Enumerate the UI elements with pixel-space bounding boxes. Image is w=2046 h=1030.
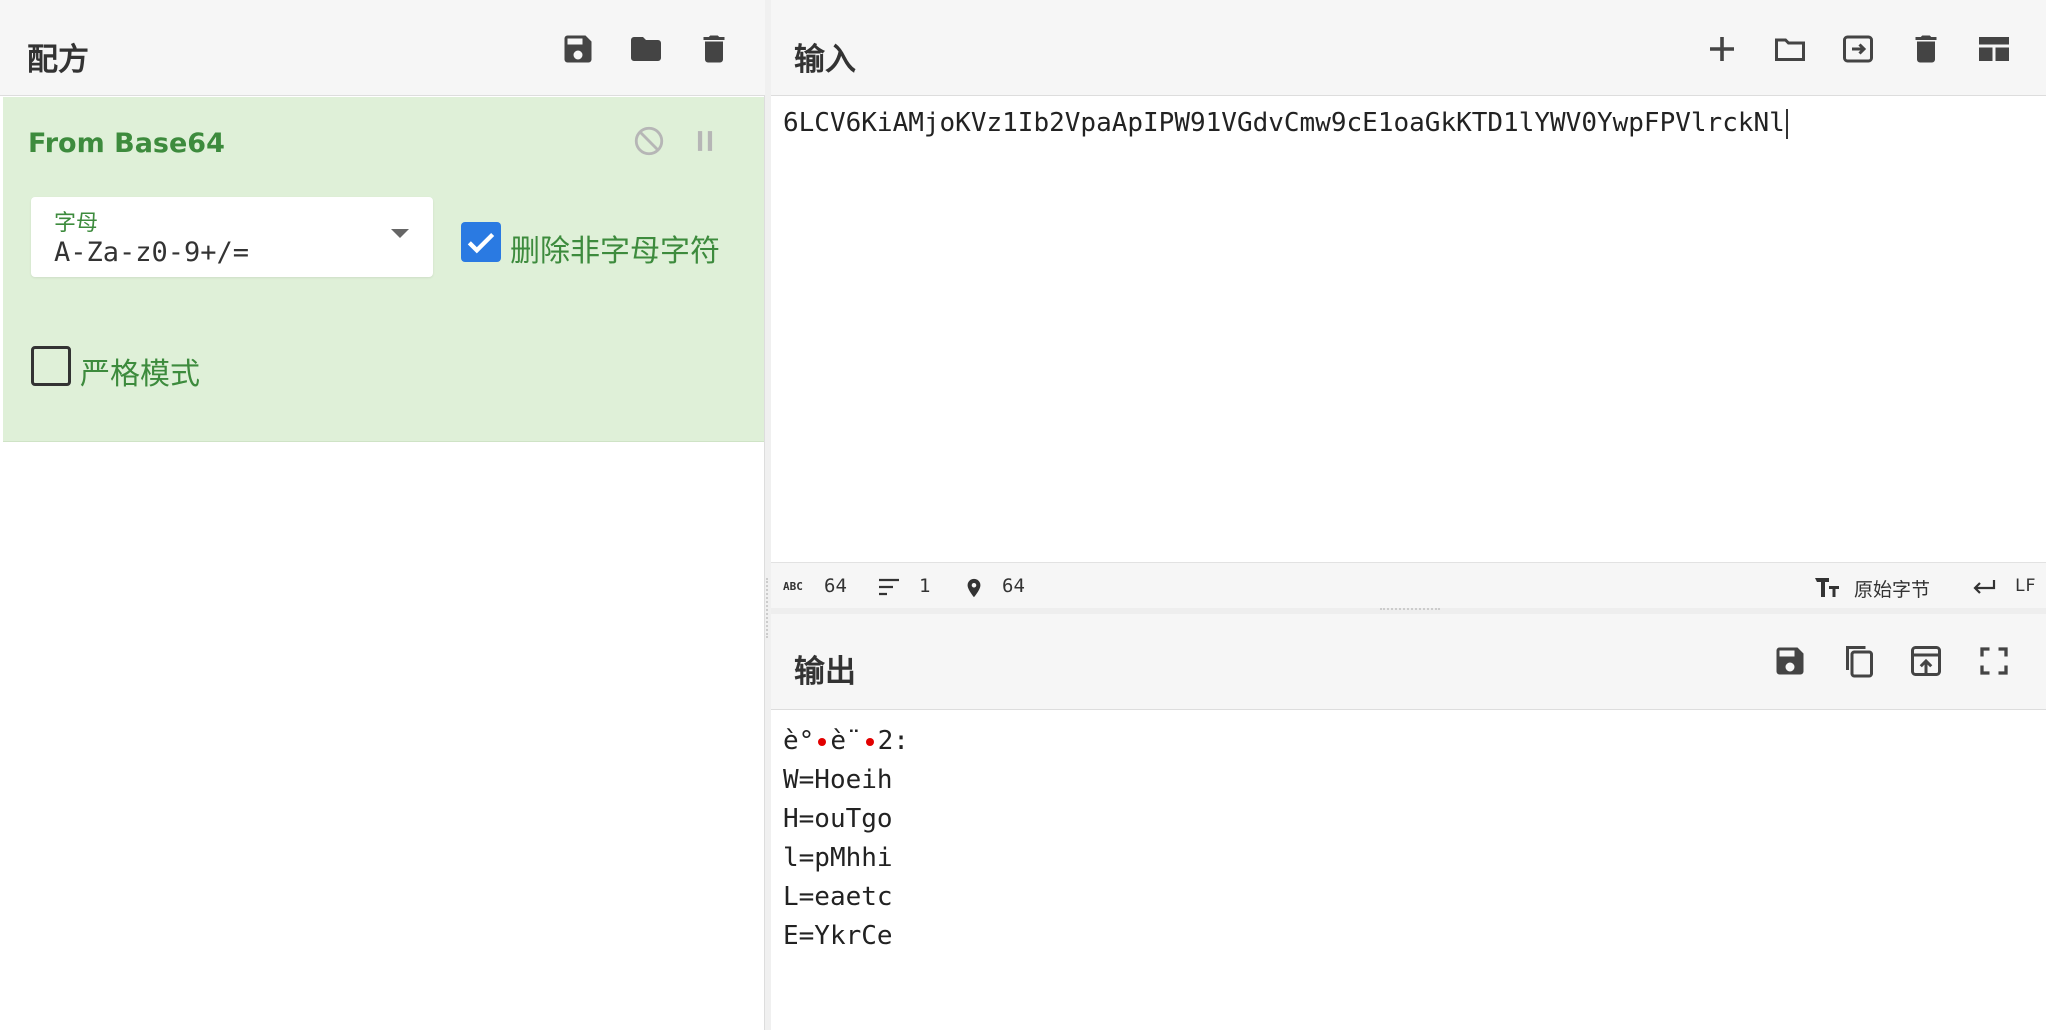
input-length: 64 bbox=[824, 575, 847, 597]
eol-label[interactable]: LF bbox=[2015, 576, 2035, 596]
chevron-down-icon bbox=[391, 229, 409, 238]
alphabet-select[interactable]: 字母 A-Za-z0-9+/= bbox=[31, 197, 433, 277]
open-folder-icon[interactable] bbox=[1772, 31, 1808, 67]
output-textarea[interactable]: è° è¨ 2: W=Hoeih H=ouTgo l=pMhhi L=eaetc E… bbox=[783, 722, 909, 956]
encoding-label[interactable]: 原始字节 bbox=[1854, 575, 1930, 602]
output-line: l=pMhhi bbox=[783, 843, 893, 873]
open-file-icon[interactable] bbox=[1840, 31, 1876, 67]
resize-grip-horizontal bbox=[1380, 608, 1440, 611]
output-text-part: 2: bbox=[877, 726, 909, 756]
clear-input-icon[interactable] bbox=[1908, 31, 1944, 67]
output-title: 输出 bbox=[794, 654, 856, 690]
load-recipe-icon[interactable] bbox=[628, 31, 664, 67]
input-status-bar: ABC 64 1 64 原始字节 LF bbox=[771, 562, 2046, 610]
save-recipe-icon[interactable] bbox=[560, 31, 596, 67]
output-line: E=YkrCe bbox=[783, 921, 893, 951]
input-value: 6LCV6KiAMjoKVz1Ib2VpaApIPW91VGdvCmw9cE1o… bbox=[783, 108, 1785, 138]
disable-operation-icon[interactable] bbox=[632, 124, 666, 158]
control-char-marker bbox=[865, 737, 874, 746]
output-text-part: è¨ bbox=[830, 726, 862, 756]
strict-mode-checkbox[interactable] bbox=[31, 346, 71, 386]
text-size-icon[interactable] bbox=[1814, 575, 1840, 599]
input-lines: 1 bbox=[919, 575, 931, 597]
location-pin-icon bbox=[963, 575, 985, 601]
recipe-title: 配方 bbox=[27, 42, 89, 78]
fullscreen-icon[interactable] bbox=[1976, 643, 2012, 679]
output-header: 输出 bbox=[771, 614, 2046, 710]
output-line: W=Hoeih bbox=[783, 765, 893, 795]
lines-icon bbox=[878, 577, 900, 597]
length-icon: ABC bbox=[783, 580, 803, 593]
alphabet-value: A-Za-z0-9+/= bbox=[54, 237, 250, 268]
input-textarea[interactable]: 6LCV6KiAMjoKVz1Ib2VpaApIPW91VGdvCmw9cE1o… bbox=[783, 108, 1788, 139]
output-line: L=eaetc bbox=[783, 882, 893, 912]
pause-operation-icon[interactable] bbox=[688, 124, 722, 158]
input-header: 输入 bbox=[771, 0, 2046, 96]
remove-non-alphabet-checkbox[interactable] bbox=[461, 222, 501, 262]
add-input-tab-icon[interactable] bbox=[1704, 31, 1740, 67]
strict-mode-label[interactable]: 严格模式 bbox=[80, 349, 200, 393]
alphabet-label: 字母 bbox=[54, 211, 99, 236]
reset-layout-icon[interactable] bbox=[1976, 31, 2012, 67]
output-line: è° è¨ 2: bbox=[783, 722, 909, 761]
remove-non-alphabet-label[interactable]: 删除非字母字符 bbox=[510, 226, 720, 270]
control-char-marker bbox=[818, 737, 827, 746]
save-output-icon[interactable] bbox=[1772, 643, 1808, 679]
clear-recipe-icon[interactable] bbox=[696, 31, 732, 67]
resize-grip bbox=[766, 578, 770, 638]
checkmark-icon bbox=[467, 232, 495, 254]
text-cursor bbox=[1785, 108, 1788, 139]
cursor-position: 64 bbox=[1002, 575, 1025, 597]
output-text-part: è° bbox=[783, 726, 815, 756]
eol-icon[interactable] bbox=[1971, 577, 1997, 599]
operation-title: From Base64 bbox=[28, 128, 225, 159]
output-line: H=ouTgo bbox=[783, 804, 893, 834]
replace-input-icon[interactable] bbox=[1908, 643, 1944, 679]
copy-output-icon[interactable] bbox=[1840, 643, 1876, 679]
input-title: 输入 bbox=[794, 42, 856, 78]
recipe-header: 配方 bbox=[0, 0, 765, 96]
